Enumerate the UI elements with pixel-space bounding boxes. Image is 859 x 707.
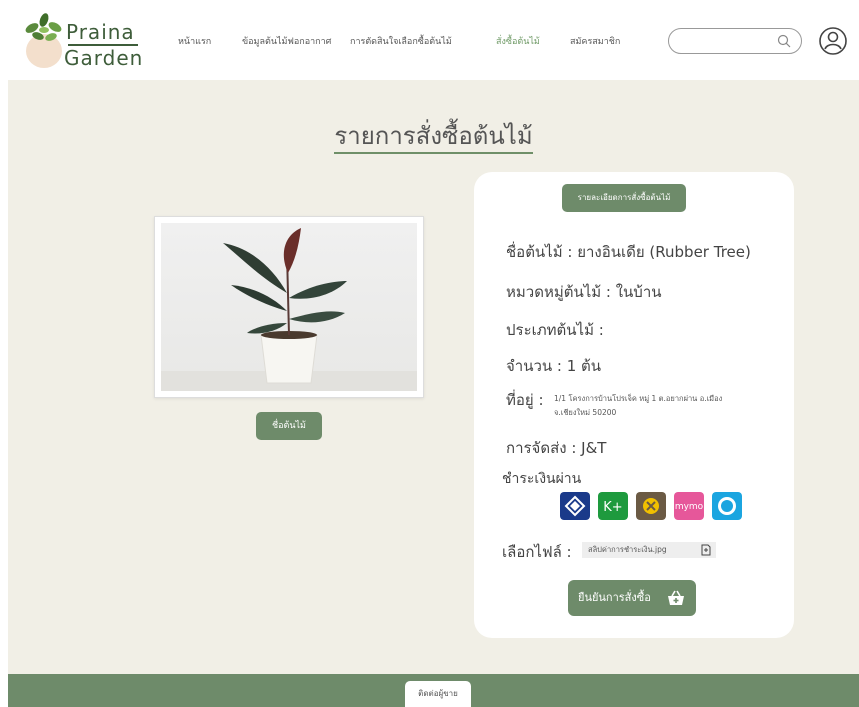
product-image (161, 223, 417, 391)
plant-name-field: ชื่อต้นไม้ : ยางอินเดีย (Rubber Tree) (506, 243, 751, 261)
nav-buying-decision[interactable]: การตัดสินใจเลือกซื้อต้นไม้ (350, 34, 452, 48)
page-title: รายการสั่งซื้อต้นไม้ (8, 116, 859, 155)
logo[interactable]: Praina Garden (20, 8, 145, 72)
nav-home[interactable]: หน้าแรก (178, 34, 211, 48)
search-input[interactable] (668, 28, 802, 54)
plant-category-field: หมวดหมู่ต้นไม้ : ในบ้าน (506, 283, 662, 301)
nav-order-plants[interactable]: สั่งซื้อต้นไม้ (496, 34, 540, 48)
krungthai-icon[interactable] (712, 492, 742, 520)
mymo-icon[interactable]: mymo (674, 492, 704, 520)
rubber-tree-illustration (161, 228, 417, 391)
nav-register[interactable]: สมัครสมาชิก (570, 34, 620, 48)
header: Praina Garden หน้าแรก ข้อมูลต้นไม้ฟอกอาก… (0, 0, 859, 80)
svg-text:mymo: mymo (675, 502, 704, 512)
bangkok-bank-icon[interactable] (560, 492, 590, 520)
file-select-label: เลือกไฟล์ : (502, 543, 572, 561)
shipping-field: การจัดส่ง : J&T (506, 439, 607, 457)
address-label: ที่อยู่ : (506, 391, 544, 409)
kplus-icon[interactable]: K+ (598, 492, 628, 520)
logo-text-praina: Praina (66, 20, 135, 44)
search-icon[interactable] (777, 34, 791, 48)
plant-type-field: ประเภทต้นไม้ : (506, 321, 604, 339)
product-image-frame (154, 216, 424, 398)
krungsri-icon[interactable] (636, 492, 666, 520)
footer: ติดต่อผู้ขาย (8, 674, 859, 707)
order-details-card: รายละเอียดการสั่งซื้อต้นไม้ ชื่อต้นไม้ :… (474, 172, 794, 638)
contact-seller-button[interactable]: ติดต่อผู้ขาย (405, 681, 471, 707)
page-title-text: รายการสั่งซื้อต้นไม้ (334, 122, 533, 154)
confirm-order-button[interactable]: ยืนยันการสั่งซื้อ (568, 580, 696, 616)
address-text: 1/1 โครงการบ้านโปรเจ็ค หมู่ 1 ต.อยากผ่าน… (554, 392, 774, 420)
confirm-order-label: ยืนยันการสั่งซื้อ (578, 591, 651, 604)
file-icon[interactable] (700, 544, 712, 556)
address-line-2: จ.เชียงใหม่ 50200 (554, 408, 617, 417)
order-details-header-button[interactable]: รายละเอียดการสั่งซื้อต้นไม้ (562, 184, 686, 212)
svg-text:K+: K+ (603, 500, 622, 515)
payment-label: ชำระเงินผ่าน (502, 471, 582, 487)
logo-text-garden: Garden (64, 46, 144, 70)
basket-icon (668, 590, 684, 605)
logo-leaves-icon (25, 13, 62, 41)
address-line-1: 1/1 โครงการบ้านโปรเจ็ค หมู่ 1 ต.อยากผ่าน… (554, 394, 723, 403)
nav-air-purifying-plants[interactable]: ข้อมูลต้นไม้ฟอกอากาศ (242, 34, 331, 48)
plant-name-button[interactable]: ชื่อต้นไม้ (256, 412, 322, 440)
quantity-field: จำนวน : 1 ต้น (506, 357, 602, 375)
main-content: รายการสั่งซื้อต้นไม้ ชื่อต้นไม้ รายละเอี… (8, 80, 859, 674)
file-upload-field[interactable]: สลิปค่าการชำระเงิน.jpg (582, 542, 716, 558)
file-name: สลิปค่าการชำระเงิน.jpg (588, 545, 667, 554)
user-account-icon[interactable] (818, 26, 848, 56)
